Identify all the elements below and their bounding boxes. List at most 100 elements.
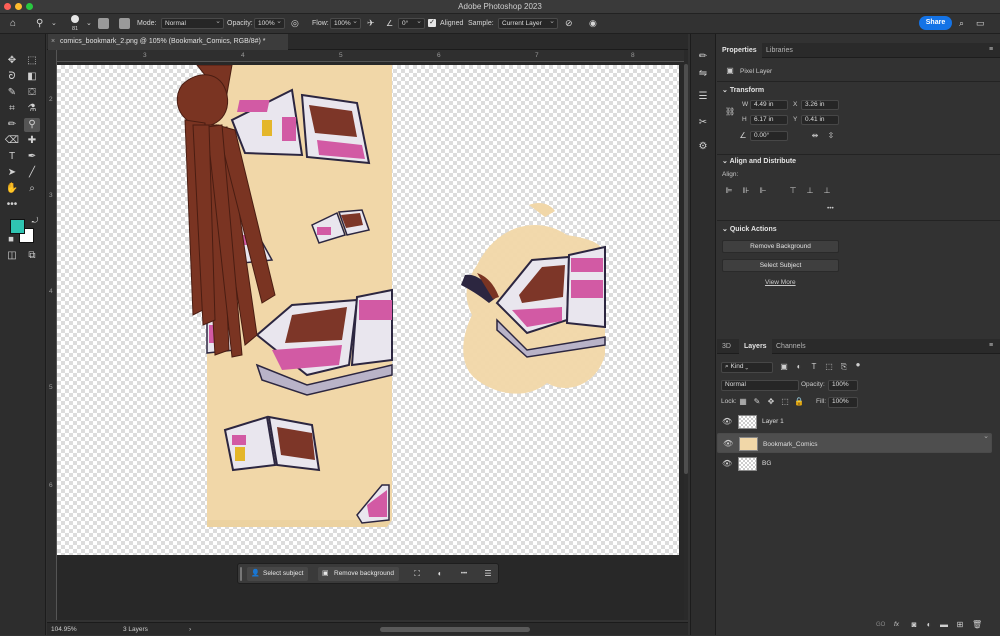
object-selection-tool-icon[interactable]: ◧ [24, 70, 40, 84]
align-section-title[interactable]: ⌄ Align and Distribute [722, 157, 796, 165]
foreground-color-swatch-top[interactable] [10, 219, 25, 234]
tab-libraries[interactable]: Libraries [761, 43, 798, 58]
lock-position-icon[interactable]: ✥ [766, 397, 776, 407]
canvas-workspace[interactable]: 👤 Select subject ▣ Remove background ⛶ ◐… [57, 62, 684, 620]
brush-angle-field[interactable]: 0° [398, 17, 425, 29]
align-bottom-icon[interactable]: ⊥ [822, 186, 832, 196]
layer-opacity-field[interactable]: 100% [828, 380, 858, 391]
layer-row-bg[interactable]: 👁 BG [717, 454, 992, 474]
horizontal-scrollbar-thumb[interactable] [380, 627, 530, 632]
align-top-icon[interactable]: ⊤ [788, 186, 798, 196]
status-menu-arrow[interactable]: › [189, 623, 191, 636]
x-field[interactable]: 3.26 in [801, 100, 839, 110]
remove-background-button[interactable]: ▣ Remove background [318, 567, 399, 581]
transform-section-title[interactable]: ⌄ Transform [722, 86, 764, 94]
path-selection-tool-icon[interactable]: ➤ [4, 166, 20, 180]
angle-field[interactable]: 0.00° [750, 131, 788, 141]
brush-tool-icon[interactable]: ✏ [4, 118, 20, 132]
horizontal-ruler[interactable]: 3 4 5 6 7 8 [57, 50, 684, 62]
lock-artboard-icon[interactable]: ⬚ [780, 397, 790, 407]
crop-tool-icon[interactable]: ⌗ [4, 102, 20, 116]
aligned-checkbox[interactable]: ✓ [428, 19, 436, 27]
lock-image-icon[interactable]: ✎ [752, 397, 762, 407]
fx-button[interactable]: fx [894, 621, 899, 628]
screen-mode-icon[interactable]: ⧉ [24, 249, 40, 263]
filter-toggle-icon[interactable]: ● [853, 360, 863, 370]
visibility-eye-icon[interactable]: 👁 [722, 417, 732, 426]
y-field[interactable]: 0.41 in [801, 115, 839, 125]
new-layer-icon[interactable]: ⊞ [955, 620, 965, 630]
add-mask-icon[interactable]: ◙ [909, 620, 919, 630]
tab-layers[interactable]: Layers [739, 339, 772, 354]
tool-preset-chevron-icon[interactable]: ⌄ [51, 17, 57, 30]
adjustments-panel-icon[interactable]: ⇋ [696, 67, 710, 81]
blend-mode-select[interactable]: Normal [721, 380, 799, 391]
brush-panel-icon[interactable]: ✏ [696, 50, 710, 64]
clone-stamp-tool-icon[interactable]: ⚲ [36, 17, 43, 30]
select-subject-panel-button[interactable]: Select Subject [722, 259, 839, 272]
lock-transparent-icon[interactable]: ▦ [738, 397, 748, 407]
panel-menu-icon[interactable]: ≡ [989, 46, 993, 53]
clone-source-icon[interactable] [119, 18, 130, 29]
filter-shape-icon[interactable]: ⬚ [824, 362, 834, 372]
remove-background-panel-button[interactable]: Remove Background [722, 240, 839, 253]
actions-panel-icon[interactable]: ⚙ [696, 140, 710, 154]
type-tool-icon[interactable]: T [4, 150, 20, 164]
ignore-adjustment-layers-icon[interactable]: ⊘ [565, 17, 573, 30]
artboard-marquee-tool-icon[interactable]: ⬚ [24, 54, 40, 68]
quick-mask-icon[interactable]: ◫ [4, 249, 20, 263]
close-tab-icon[interactable]: × [51, 34, 55, 50]
filter-adjustment-icon[interactable]: ◐ [794, 362, 804, 372]
document-canvas[interactable] [57, 65, 679, 555]
home-icon[interactable]: ⌂ [10, 17, 16, 30]
line-tool-icon[interactable]: ╱ [24, 166, 40, 180]
fill-field[interactable]: 100% [828, 397, 858, 408]
adjustment-icon[interactable]: ◐ [434, 568, 446, 580]
swap-colors-icon[interactable]: ⤾ [27, 214, 43, 228]
settings-sliders-icon[interactable]: ☰ [482, 568, 494, 580]
pressure-opacity-icon[interactable]: ◎ [291, 17, 299, 30]
drag-handle[interactable] [240, 567, 242, 581]
align-middle-v-icon[interactable]: ⊥ [805, 186, 815, 196]
hand-tool-icon[interactable]: ✋ [4, 182, 20, 196]
flip-horizontal-icon[interactable]: ⇹ [810, 131, 820, 141]
brush-settings-icon[interactable] [98, 18, 109, 29]
zoom-tool-icon[interactable]: ⌕ [24, 182, 40, 196]
tab-channels[interactable]: Channels [771, 339, 811, 354]
filter-pixel-icon[interactable]: ▣ [779, 362, 789, 372]
delete-layer-icon[interactable]: 🗑 [972, 620, 982, 630]
eyedropper-tool-icon[interactable]: ✎ [4, 86, 20, 100]
filter-type-icon[interactable]: T [809, 362, 819, 372]
layers-menu-icon[interactable]: ≡ [989, 342, 993, 349]
color-sampler-tool-icon[interactable]: ⚗ [24, 102, 40, 116]
quick-actions-title[interactable]: ⌄ Quick Actions [722, 225, 777, 233]
share-button[interactable]: Share [919, 16, 952, 30]
scrollbar-thumb[interactable] [684, 64, 688, 474]
eraser-tool-icon[interactable]: ⌫ [4, 134, 20, 148]
more-options-icon[interactable]: ••• [458, 568, 470, 580]
workspace-icon[interactable]: ▭ [976, 17, 985, 30]
align-right-icon[interactable]: ⊩ [758, 186, 768, 196]
new-group-folder-icon[interactable]: ▬ [939, 620, 949, 630]
tab-3d[interactable]: 3D [717, 339, 736, 354]
lasso-tool-icon[interactable]: ᘐ [4, 70, 20, 84]
sample-select[interactable]: Current Layer [498, 17, 558, 29]
view-more-link[interactable]: View More [765, 279, 796, 286]
layer-filter-kind-select[interactable]: ⌕ Kind ⌄ [721, 362, 773, 373]
align-center-h-icon[interactable]: ⊪ [741, 186, 751, 196]
transform-icon[interactable]: ⛶ [411, 568, 423, 580]
document-tab[interactable]: × comics_bookmark_2.png @ 105% (Bookmark… [48, 34, 288, 50]
tab-properties[interactable]: Properties [717, 43, 762, 58]
brush-chevron-icon[interactable]: ⌄ [86, 17, 92, 30]
visibility-eye-icon[interactable]: 👁 [722, 459, 732, 468]
spot-healing-tool-icon[interactable]: ✚ [24, 134, 40, 148]
paint-bucket-tool-icon[interactable]: ⛋ [24, 86, 40, 100]
pressure-size-icon[interactable]: ◉ [589, 17, 597, 30]
vertical-ruler[interactable]: 2 3 4 5 6 [47, 50, 57, 620]
tool-presets-icon[interactable]: ✂ [696, 116, 710, 130]
link-dimensions-icon[interactable]: ⛓ [725, 107, 735, 117]
flip-vertical-icon[interactable]: ⇳ [826, 131, 836, 141]
visibility-eye-icon[interactable]: 👁 [723, 439, 733, 449]
vertical-scrollbar[interactable] [684, 50, 688, 620]
more-align-options[interactable]: ••• [827, 205, 834, 212]
